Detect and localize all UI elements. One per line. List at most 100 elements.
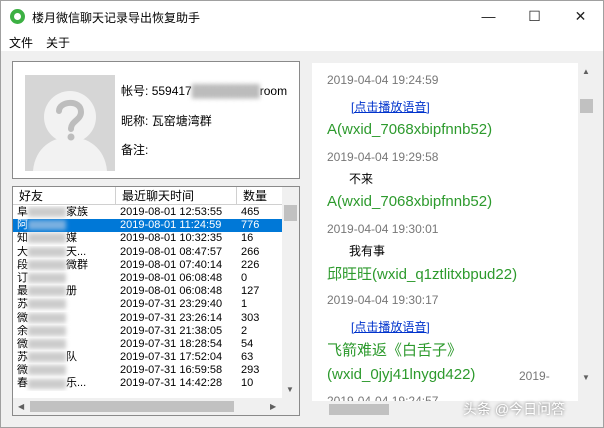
play-voice-link[interactable]: [点击播放语音] bbox=[351, 98, 430, 115]
message-sender: 飞箭难返《白舌子》 bbox=[327, 342, 463, 359]
maximize-button[interactable]: ☐ bbox=[512, 1, 557, 31]
table-row[interactable]: 微 2019-07-31 16:59:58 293 bbox=[13, 364, 283, 377]
scroll-right-arrow-icon[interactable]: ▶ bbox=[270, 402, 276, 411]
remark-line: 备注: bbox=[121, 141, 148, 158]
account-value: 559417 bbox=[151, 84, 192, 98]
friend-name-suffix: 队 bbox=[66, 351, 77, 364]
friend-name-prefix: 知 bbox=[17, 232, 28, 245]
message-count: 2 bbox=[241, 324, 248, 337]
account-blurred: ████████ bbox=[191, 84, 260, 98]
name-redaction bbox=[28, 207, 66, 218]
name-redaction bbox=[28, 286, 66, 297]
header-count[interactable]: 数量 bbox=[237, 187, 283, 205]
table-row[interactable]: 阜 家族 2019-08-01 12:53:55 465 bbox=[13, 206, 283, 219]
message-count: 54 bbox=[241, 337, 254, 350]
friend-rows: 阜 家族 2019-08-01 12:53:55 465 阿 2019-08-01 11:… bbox=[13, 206, 283, 391]
message-count: 1 bbox=[241, 298, 248, 311]
friend-list-vscroll[interactable]: ▼ bbox=[282, 187, 299, 399]
friend-name-prefix: 苏 bbox=[17, 298, 28, 311]
table-row[interactable]: 大 天... 2019-08-01 08:47:57 266 bbox=[13, 246, 283, 259]
remark-label: 备注: bbox=[121, 143, 149, 157]
friend-name-suffix: 天... bbox=[66, 245, 87, 258]
message-timestamp-fragment: 2019- bbox=[519, 369, 550, 383]
minimize-button[interactable]: — bbox=[466, 1, 511, 31]
chat-hscroll-thumb[interactable] bbox=[329, 404, 389, 415]
message-sender: (wxid_0jyj41lnygd422) bbox=[327, 366, 476, 383]
last-chat-time: 2019-07-31 14:42:28 bbox=[120, 377, 223, 390]
message-count: 293 bbox=[241, 364, 260, 377]
friend-name: 段 微群 bbox=[17, 259, 113, 272]
table-row[interactable]: 苏 队 2019-07-31 17:52:04 63 bbox=[13, 351, 283, 364]
friend-name: 最册 bbox=[17, 285, 113, 298]
friend-name-prefix: 订 bbox=[17, 271, 28, 284]
chat-vscroll[interactable]: ▲ ▼ bbox=[578, 63, 595, 401]
table-row[interactable]: 段 微群 2019-08-01 07:40:14 226 bbox=[13, 259, 283, 272]
message-count: 63 bbox=[241, 351, 254, 364]
last-chat-time: 2019-07-31 16:59:58 bbox=[120, 364, 223, 377]
friend-name-prefix: 阜 bbox=[17, 206, 28, 218]
header-friend[interactable]: 好友 bbox=[13, 187, 116, 205]
table-row[interactable]: 最册 2019-08-01 06:08:48 127 bbox=[13, 285, 283, 298]
message-count: 10 bbox=[241, 377, 254, 390]
message-sender: A(wxid_7068xbipfnnb52) bbox=[327, 193, 493, 210]
account-line: 帐号: 559417████████room bbox=[121, 82, 287, 99]
friend-name: 大 天... bbox=[17, 246, 113, 259]
last-chat-time: 2019-07-31 17:52:04 bbox=[120, 351, 223, 364]
friend-list[interactable]: 好友 最近聊天时间 数量 阜 家族 2019-08-01 12:53:55 465 阿 2… bbox=[12, 186, 300, 416]
friend-name-prefix: 微 bbox=[17, 337, 28, 350]
close-button[interactable]: ✕ bbox=[558, 1, 603, 31]
friend-name-prefix: 苏 bbox=[17, 351, 28, 364]
last-chat-time: 2019-08-01 07:40:14 bbox=[120, 258, 223, 271]
friend-name: 阿 bbox=[17, 219, 113, 232]
friend-name-suffix: 乐... bbox=[66, 377, 87, 390]
last-chat-time: 2019-08-01 11:24:59 bbox=[120, 219, 222, 232]
message-count: 0 bbox=[241, 271, 248, 284]
name-redaction bbox=[28, 259, 66, 270]
friend-name: 苏 bbox=[17, 298, 113, 311]
message-sender: A(wxid_7068xbipfnnb52) bbox=[327, 121, 493, 138]
friend-name-prefix: 微 bbox=[17, 364, 28, 377]
scroll-left-arrow-icon[interactable]: ◀ bbox=[18, 402, 24, 411]
header-last-chat-time[interactable]: 最近聊天时间 bbox=[116, 187, 237, 205]
menu-file[interactable]: 文件 bbox=[9, 34, 33, 51]
chat-vscroll-thumb[interactable] bbox=[580, 99, 593, 113]
app-window: 楼月微信聊天记录导出恢复助手 — ☐ ✕ 文件 关于 帐号: 559417███… bbox=[0, 0, 604, 428]
table-row[interactable]: 微 2019-07-31 23:26:14 303 bbox=[13, 312, 283, 325]
name-redaction bbox=[28, 325, 66, 336]
friend-list-vscroll-thumb[interactable] bbox=[284, 205, 297, 221]
chat-panel: 2019-04-04 19:24:59 [点击播放语音] A(wxid_7068xb… bbox=[312, 63, 578, 416]
friend-name: 微 bbox=[17, 338, 113, 351]
friend-name-prefix: 余 bbox=[17, 324, 28, 337]
name-redaction bbox=[28, 220, 66, 231]
name-redaction bbox=[28, 273, 66, 284]
message-count: 127 bbox=[241, 285, 260, 298]
table-row[interactable]: 苏 2019-07-31 23:29:40 1 bbox=[13, 298, 283, 311]
account-label: 帐号: bbox=[121, 84, 149, 98]
chat-scroll-up-arrow-icon[interactable]: ▲ bbox=[582, 67, 590, 76]
chat-scroll-down-arrow-icon[interactable]: ▼ bbox=[582, 373, 590, 382]
table-row[interactable]: 春 乐... 2019-07-31 14:42:28 10 bbox=[13, 377, 283, 390]
table-row[interactable]: 阿 2019-08-01 11:24:59 776 bbox=[13, 219, 283, 233]
profile-panel: 帐号: 559417████████room 昵称: 瓦窑塘湾群 备注: bbox=[12, 61, 300, 179]
friend-name-suffix: 册 bbox=[66, 285, 77, 298]
question-mark-avatar-icon bbox=[25, 75, 115, 171]
menu-about[interactable]: 关于 bbox=[46, 34, 70, 51]
message-count: 465 bbox=[241, 206, 260, 218]
message-count: 266 bbox=[241, 245, 260, 258]
table-row[interactable]: 余 2019-07-31 21:38:05 2 bbox=[13, 325, 283, 338]
scroll-down-arrow-icon[interactable]: ▼ bbox=[286, 385, 294, 394]
last-chat-time: 2019-08-01 06:08:48 bbox=[120, 271, 223, 284]
table-row[interactable]: 知媒 2019-08-01 10:32:35 16 bbox=[13, 232, 283, 245]
friend-name: 阜 家族 bbox=[17, 206, 113, 219]
name-redaction bbox=[28, 338, 66, 349]
friend-list-hscroll-thumb[interactable] bbox=[30, 401, 234, 412]
friend-name: 微 bbox=[17, 312, 113, 325]
play-voice-link[interactable]: [点击播放语音] bbox=[351, 318, 430, 335]
table-row[interactable]: 微 2019-07-31 18:28:54 54 bbox=[13, 338, 283, 351]
friend-name: 知媒 bbox=[17, 232, 113, 245]
message-count: 16 bbox=[241, 232, 254, 245]
message-timestamp: 2019-04-04 19:24:59 bbox=[327, 73, 439, 87]
friend-name-prefix: 段 bbox=[17, 258, 28, 271]
friend-list-hscroll[interactable]: ◀ ▶ bbox=[13, 398, 299, 415]
table-row[interactable]: 订 2019-08-01 06:08:48 0 bbox=[13, 272, 283, 285]
